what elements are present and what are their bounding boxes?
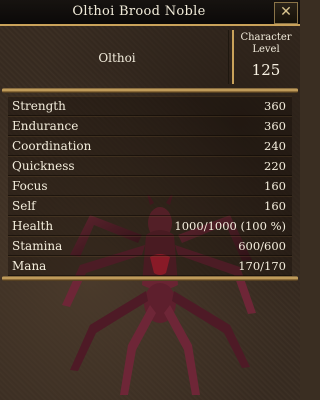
level-label: Character Level [234,32,298,56]
stat-row-coordination: Coordination 240 [8,136,292,156]
creature-appraisal-panel: Olthoi Brood Noble ✕ Olthoi Character Le… [0,0,300,400]
window-title: Olthoi Brood Noble [72,4,206,19]
stat-row-health: Health 1000/1000 (100 %) [8,216,292,236]
stat-row-quickness: Quickness 220 [8,156,292,176]
stat-row-endurance: Endurance 360 [8,116,292,136]
stats-divider [2,276,298,281]
stat-label: Self [12,199,36,213]
stat-value: 160 [264,199,286,213]
header-divider [2,88,298,93]
close-icon: ✕ [280,4,292,20]
level-value: 125 [251,61,281,79]
stat-row-strength: Strength 360 [8,96,292,116]
close-button[interactable]: ✕ [274,2,298,24]
stat-label: Coordination [12,139,92,153]
stat-value: 160 [264,179,286,193]
creature-header: Olthoi Character Level 125 [0,26,300,88]
stat-value: 220 [264,159,286,173]
stat-row-mana: Mana 170/170 [8,256,292,276]
stat-label: Quickness [12,159,75,173]
level-label-line2: Level [252,44,280,55]
stat-label: Mana [12,259,47,273]
stat-value: 360 [264,99,286,113]
title-bar[interactable]: Olthoi Brood Noble ✕ [0,0,300,26]
stat-label: Endurance [12,119,79,133]
stat-row-focus: Focus 160 [8,176,292,196]
stat-value: 170/170 [238,259,286,273]
stat-value: 1000/1000 (100 %) [174,219,286,233]
level-label-line1: Character [240,32,292,43]
creature-type: Olthoi [98,51,136,65]
stat-value: 600/600 [238,239,286,253]
stat-label: Focus [12,179,48,193]
creature-type-box: Olthoi [6,30,229,84]
level-box: Character Level 125 [232,30,298,84]
stat-label: Stamina [12,239,63,253]
stat-label: Strength [12,99,66,113]
stat-value: 240 [264,139,286,153]
stat-row-stamina: Stamina 600/600 [8,236,292,256]
stat-row-self: Self 160 [8,196,292,216]
stat-label: Health [12,219,54,233]
stats-list: Strength 360 Endurance 360 Coordination … [8,96,292,276]
stat-value: 360 [264,119,286,133]
